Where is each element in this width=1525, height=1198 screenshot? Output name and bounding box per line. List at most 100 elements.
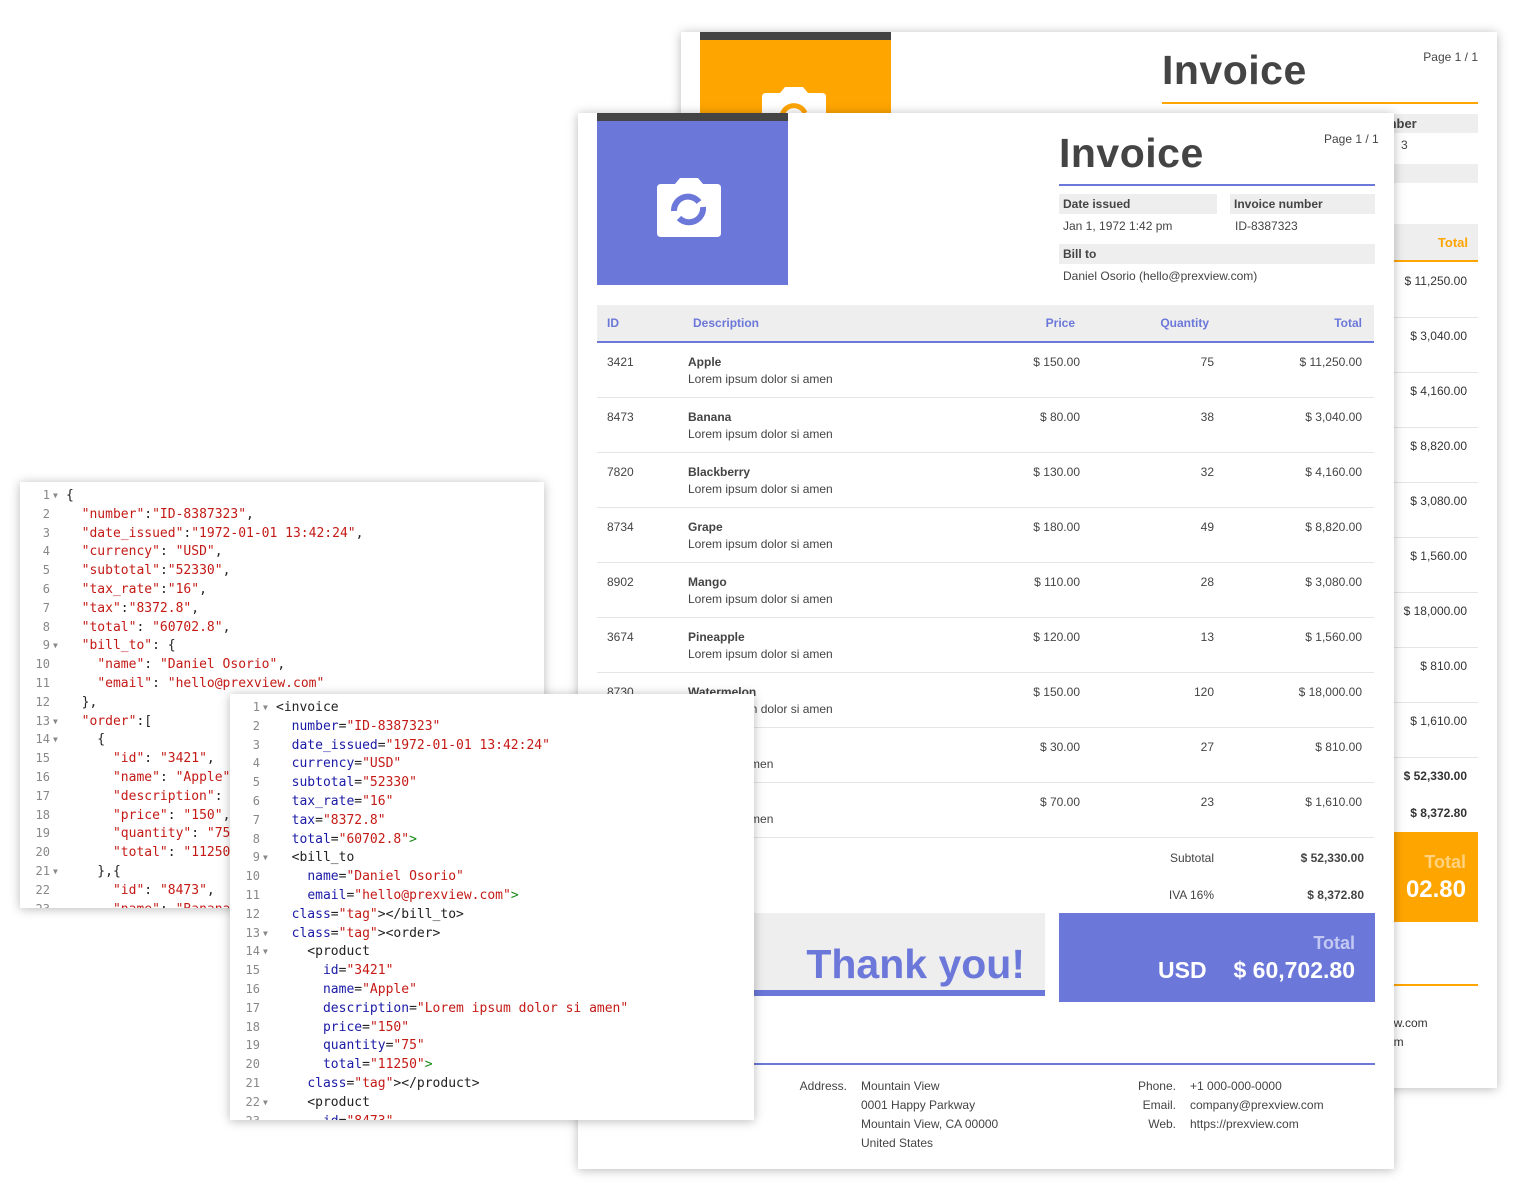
fold-arrow-icon[interactable]: ▼ xyxy=(53,712,58,731)
thank-you-text: Thank you! xyxy=(806,941,1025,987)
code-text: total="60702.8"> xyxy=(291,831,417,847)
line-number: 23 xyxy=(230,1112,260,1120)
code-text: total="11250"> xyxy=(322,1057,433,1073)
code-text: tax_rate="16" xyxy=(291,794,394,809)
row-quantity: 38 xyxy=(1200,410,1214,424)
line-number: 3 xyxy=(252,737,260,752)
phone-label: Phone. xyxy=(1137,1079,1176,1093)
line-number: 6 xyxy=(42,582,50,596)
row-total: $ 18,000.00 xyxy=(1298,685,1362,699)
fold-arrow-icon[interactable]: ▼ xyxy=(53,486,58,505)
address-label: Address. xyxy=(799,1079,847,1093)
fold-arrow-icon[interactable]: ▼ xyxy=(53,636,58,655)
line-number: 13 xyxy=(245,925,260,940)
footer-rule xyxy=(728,1063,1375,1065)
code-text: currency="USD" xyxy=(291,756,402,772)
code-text: "id": "3421", xyxy=(112,751,215,767)
line-number: 12 xyxy=(245,906,260,921)
row-description: Lorem ipsum dolor si amen xyxy=(688,372,833,386)
line-number: 7 xyxy=(42,600,50,615)
thank-you-banner: Thank you! xyxy=(728,913,1045,996)
grand-total-amount: $ 60,702.80 xyxy=(1233,957,1355,983)
fold-arrow-icon[interactable]: ▼ xyxy=(263,698,268,717)
row-name: Grape xyxy=(688,520,723,534)
fold-arrow-icon[interactable]: ▼ xyxy=(263,924,268,943)
code-text: "price": "150", xyxy=(112,807,231,823)
row-id: 7820 xyxy=(607,465,634,479)
row-price: $ 180.00 xyxy=(1033,520,1080,534)
row-total: $ 1,610.00 xyxy=(1305,795,1362,809)
code-text: <bill_to xyxy=(276,850,355,866)
title-rule xyxy=(1162,102,1478,104)
row-price: $ 150.00 xyxy=(1033,355,1080,369)
row-quantity: 23 xyxy=(1200,795,1214,809)
invoice-title: Invoice xyxy=(1162,47,1307,93)
line-number: 15 xyxy=(35,751,50,766)
code-text: "tax":"8372.8", xyxy=(81,600,200,616)
fold-arrow-icon[interactable]: ▼ xyxy=(53,730,58,749)
line-number: 14 xyxy=(35,732,50,747)
code-text: subtotal="52330" xyxy=(291,775,417,791)
logo-top-bar xyxy=(597,113,788,121)
subtotal-value: $ 52,330.00 xyxy=(1300,851,1364,865)
code-text: name="Daniel Osorio" xyxy=(307,869,464,885)
fold-arrow-icon[interactable]: ▼ xyxy=(53,862,58,881)
title-rule xyxy=(1059,184,1375,186)
code-text: price="150" xyxy=(322,1019,410,1035)
row-divider xyxy=(1393,537,1478,538)
line-number: 17 xyxy=(245,1000,260,1015)
table-row: 8902 Mango Lorem ipsum dolor si amen $ 110.… xyxy=(597,563,1374,618)
row-divider xyxy=(1393,372,1478,373)
row-divider xyxy=(1393,427,1478,428)
row-divider xyxy=(1393,482,1478,483)
camera-icon xyxy=(657,178,721,237)
grand-total-box: Total USD $ 60,702.80 xyxy=(1059,913,1375,1002)
email-label: Email. xyxy=(1142,1098,1176,1112)
row-divider xyxy=(1393,647,1478,648)
line-number: 2 xyxy=(42,506,50,521)
row-price: $ 110.00 xyxy=(1034,575,1080,589)
row-id: 3421 xyxy=(607,355,634,369)
line-number: 11 xyxy=(245,888,260,902)
row-divider xyxy=(1393,592,1478,593)
page-number: Page 1 / 1 xyxy=(1324,132,1379,146)
code-text: tax="8372.8" xyxy=(291,812,386,828)
fold-arrow-icon[interactable]: ▼ xyxy=(263,942,268,961)
date-issued-label: Date issued xyxy=(1059,194,1217,214)
line-number: 12 xyxy=(35,694,50,709)
address-line: Mountain View xyxy=(861,1079,940,1093)
column-header-price: Price xyxy=(1045,316,1075,330)
line-number: 10 xyxy=(35,657,50,672)
tax-label: IVA 16% xyxy=(1168,888,1214,902)
row-total: $ 18,000.00 xyxy=(1403,604,1467,618)
code-text: <invoice xyxy=(276,700,339,715)
table-row: 7820 Blackberry Lorem ipsum dolor si amen $… xyxy=(597,453,1374,508)
fold-arrow-icon[interactable]: ▼ xyxy=(263,848,268,867)
row-price: $ 80.00 xyxy=(1039,410,1080,424)
code-text: "currency": "USD", xyxy=(81,544,223,560)
row-quantity: 27 xyxy=(1200,740,1214,754)
code-text: "name": "Apple", xyxy=(112,770,238,785)
column-header-description: Description xyxy=(693,316,760,330)
xml-code-editor[interactable]: 1 ▼ <invoice 2 number="ID-8387323" 3 date_is… xyxy=(230,694,754,1120)
web-value: https://prexview.com xyxy=(1190,1117,1299,1131)
code-text: class="tag"></bill_to> xyxy=(291,906,464,922)
grand-total-amount: 02.80 xyxy=(1405,876,1466,903)
row-name: Banana xyxy=(688,410,732,424)
fold-arrow-icon[interactable]: ▼ xyxy=(263,1093,268,1112)
line-number: 19 xyxy=(245,1038,260,1053)
bill-to-value: Daniel Osorio (hello@prexview.com) xyxy=(1063,269,1258,283)
code-text: name="Apple" xyxy=(322,982,417,997)
line-number: 18 xyxy=(35,807,50,822)
code-text: "bill_to": { xyxy=(81,638,176,654)
row-quantity: 120 xyxy=(1193,685,1214,699)
code-text: "name": "Daniel Osorio", xyxy=(97,657,286,673)
subtotal-value: $ 52,330.00 xyxy=(1403,769,1467,783)
row-name: Blackberry xyxy=(688,465,751,479)
row-total: $ 3,040.00 xyxy=(1410,329,1467,343)
code-text: "subtotal":"52330", xyxy=(81,563,231,579)
row-id: 8902 xyxy=(607,575,634,589)
line-number: 22 xyxy=(245,1094,260,1109)
row-total: $ 3,080.00 xyxy=(1305,575,1362,589)
row-price: $ 130.00 xyxy=(1033,465,1080,479)
